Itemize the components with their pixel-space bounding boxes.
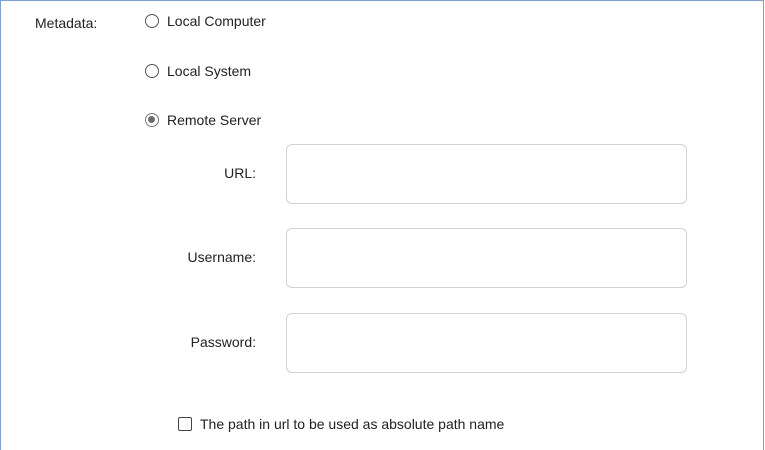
radio-option-remote-server[interactable]: Remote Server [145,112,261,128]
password-input[interactable] [286,313,687,373]
url-label: URL: [224,165,256,181]
metadata-settings-panel: Metadata: Local Computer Local System Re… [0,0,764,450]
radio-local-computer-icon[interactable] [145,14,159,28]
radio-remote-server-label: Remote Server [167,112,262,128]
username-label: Username: [187,249,256,265]
radio-local-system-label: Local System [167,63,252,79]
radio-local-system-icon[interactable] [145,64,159,78]
radio-remote-server-icon[interactable] [145,113,159,127]
password-label: Password: [190,334,256,350]
absolute-path-label: The path in url to be used as absolute p… [200,416,505,432]
username-input[interactable] [286,228,687,288]
radio-option-local-system[interactable]: Local System [145,63,251,79]
absolute-path-checkbox[interactable] [178,417,192,431]
radio-local-computer-label: Local Computer [167,13,266,29]
absolute-path-option[interactable]: The path in url to be used as absolute p… [178,416,504,432]
metadata-label: Metadata: [35,15,98,31]
radio-option-local-computer[interactable]: Local Computer [145,13,266,29]
url-input[interactable] [286,144,687,204]
